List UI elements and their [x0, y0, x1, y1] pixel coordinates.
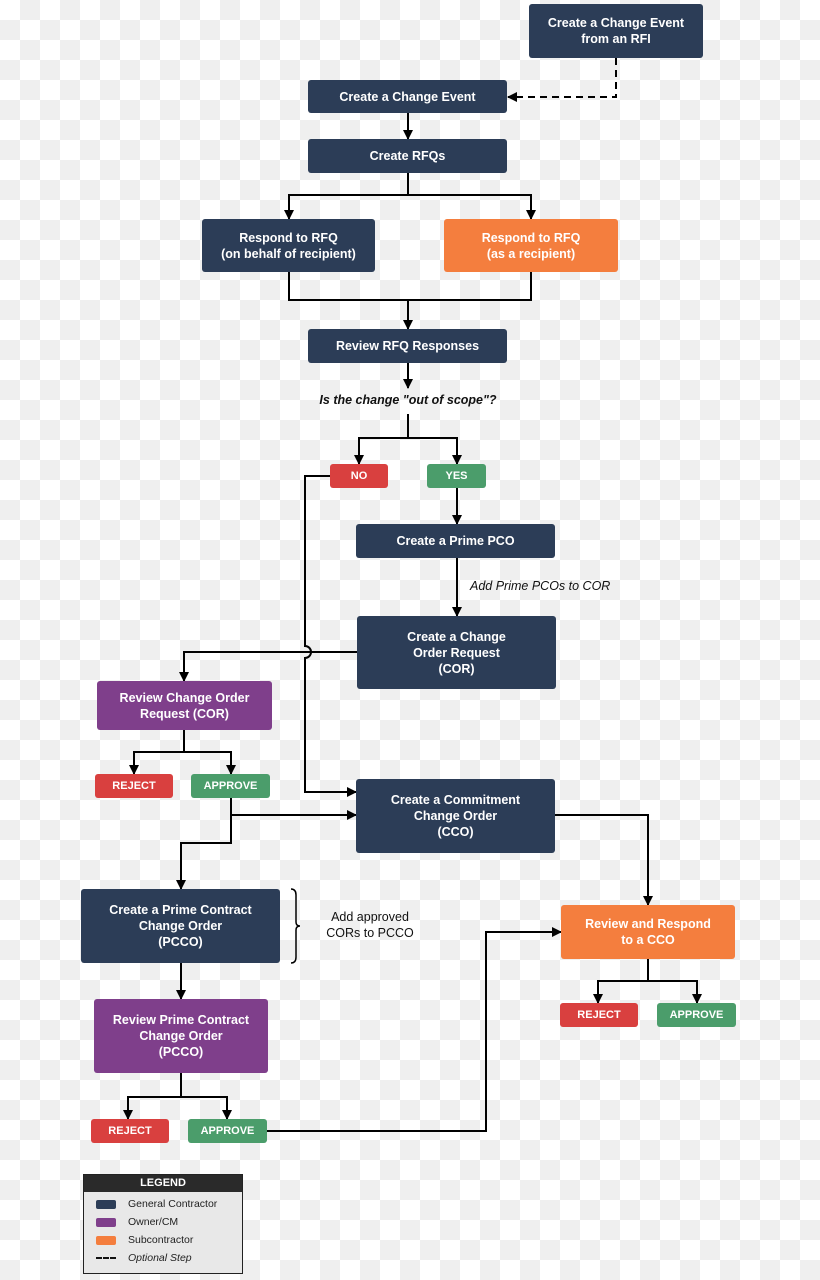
out-of-scope-question: Is the change "out of scope"?: [319, 393, 497, 407]
review-rfq-responses-node: Review RFQ Responses: [308, 329, 507, 363]
respond-rfq-on-behalf-node: Respond to RFQ (on behalf of recipient): [202, 219, 375, 272]
arrow: [284, 173, 409, 220]
review-respond-cco-node: Review and Respond to a CCO: [561, 905, 735, 959]
review-pcco-node: Review Prime Contract Change Order (PCCO…: [94, 999, 268, 1073]
arrow: [267, 927, 562, 1132]
swatch-icon: [96, 1235, 116, 1245]
approve-cor: APPROVE: [191, 774, 270, 798]
legend-item: Subcontractor: [84, 1231, 242, 1249]
swatch-icon: [96, 1199, 116, 1209]
arrow: [123, 1073, 182, 1120]
arrow: [129, 730, 185, 775]
legend-item: Owner/CM: [84, 1213, 242, 1231]
approve-pcco: APPROVE: [188, 1119, 267, 1143]
legend: LEGEND General Contractor Owner/CM Subco…: [83, 1174, 243, 1274]
legend-title: LEGEND: [84, 1175, 242, 1192]
optional-arrow: [507, 58, 617, 102]
legend-item: General Contractor: [84, 1195, 242, 1213]
swatch-icon: [96, 1217, 116, 1227]
arrow: [176, 815, 232, 890]
arrow: [648, 980, 702, 1004]
create-prime-pco-node: Create a Prime PCO: [356, 524, 555, 558]
arrow: [354, 414, 409, 465]
review-cor-node: Review Change Order Request (COR): [97, 681, 272, 730]
create-pcco-node: Create a Prime Contract Change Order (PC…: [81, 889, 280, 963]
arrow: [230, 798, 357, 820]
create-cor-node: Create a Change Order Request (COR): [357, 616, 556, 689]
brace: [290, 888, 301, 964]
add-approved-cors-note: Add approved CORs to PCCO: [326, 910, 414, 940]
reject-cor: REJECT: [95, 774, 173, 798]
dashed-line-icon: [96, 1257, 116, 1259]
create-rfqs-node: Create RFQs: [308, 139, 507, 173]
add-prime-pcos-note: Add Prime PCOs to COR: [470, 579, 611, 593]
respond-rfq-as-recipient-node: Respond to RFQ (as a recipient): [444, 219, 618, 272]
legend-item: Optional Step: [84, 1249, 242, 1267]
arrow: [593, 959, 649, 1004]
arrow: [288, 272, 532, 301]
arrow: [304, 475, 357, 797]
arrow: [555, 814, 653, 906]
yes-decision: YES: [427, 464, 486, 488]
arrow: [408, 437, 462, 465]
no-decision: NO: [330, 464, 388, 488]
reject-cco: REJECT: [560, 1003, 638, 1027]
arrow: [184, 751, 236, 775]
create-cco-node: Create a Commitment Change Order (CCO): [356, 779, 555, 853]
arrow: [179, 651, 357, 682]
reject-pcco: REJECT: [91, 1119, 169, 1143]
arrow: [181, 1096, 232, 1120]
arrow: [408, 194, 536, 220]
create-change-event-node: Create a Change Event: [308, 80, 507, 113]
create-change-event-from-rfi-node: Create a Change Event from an RFI: [529, 4, 703, 58]
approve-cco: APPROVE: [657, 1003, 736, 1027]
